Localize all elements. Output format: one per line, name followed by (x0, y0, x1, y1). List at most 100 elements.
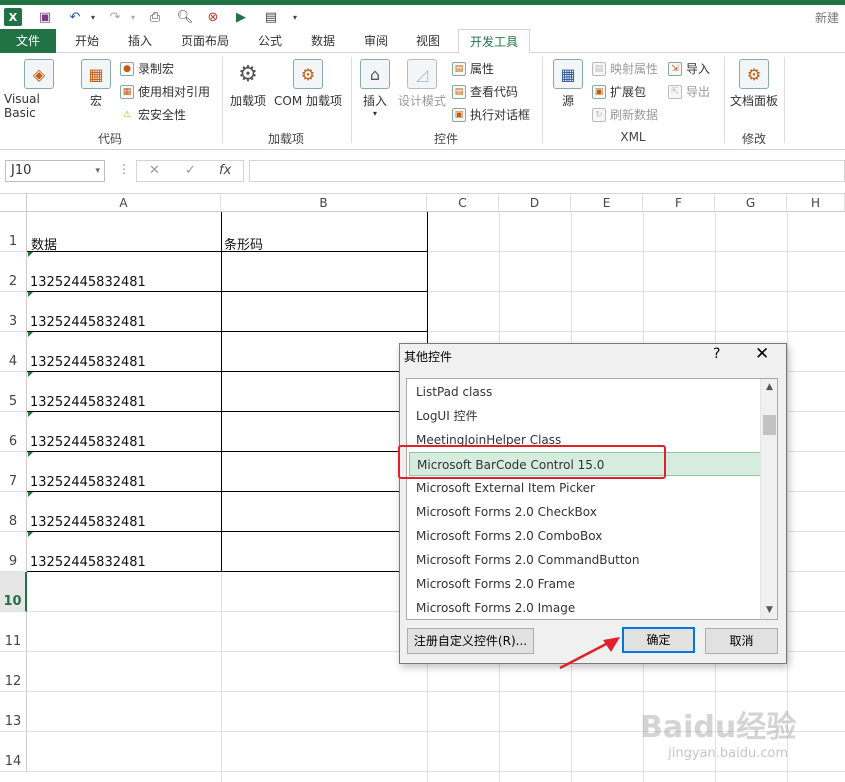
cancel-button[interactable]: 取消 (705, 628, 778, 654)
undo-dropdown-icon[interactable]: ▾ (84, 8, 102, 26)
cell-b1[interactable]: 条形码 (224, 234, 263, 253)
enter-icon[interactable]: ✓ (185, 163, 196, 178)
list-item[interactable]: Microsoft External Item Picker (416, 476, 595, 500)
arrow-shaft (559, 640, 611, 670)
list-scrollbar[interactable]: ▲ ▼ (760, 379, 777, 619)
column-header-a[interactable]: A (27, 194, 221, 212)
list-item[interactable]: Microsoft Forms 2.0 ComboBox (416, 524, 602, 548)
cell-a3[interactable]: 13252445832481 (30, 315, 146, 330)
addins-button[interactable]: ⚙ 加载项 (228, 59, 268, 109)
list-item[interactable]: Microsoft Forms 2.0 Image (416, 596, 575, 619)
row-header-8[interactable]: 8 (0, 492, 27, 532)
xml-source-button[interactable]: ▦ 源 (552, 59, 584, 109)
cell-a1[interactable]: 数据 (31, 234, 57, 253)
chevron-down-icon[interactable]: ▼ (761, 602, 777, 619)
cell-a5[interactable]: 13252445832481 (30, 395, 146, 410)
cell-a9[interactable]: 13252445832481 (30, 555, 146, 570)
row-header-12[interactable]: 12 (0, 652, 27, 692)
insert-function-icon[interactable]: fx (219, 163, 231, 178)
cancel-icon[interactable]: ✕ (149, 163, 160, 178)
cell-a7[interactable]: 13252445832481 (30, 475, 146, 490)
tab-page-layout[interactable]: 页面布局 (170, 29, 240, 53)
print-preview-icon[interactable]: 🔍︎ (176, 8, 194, 26)
tab-developer[interactable]: 开发工具 (458, 29, 530, 54)
row-header-9[interactable]: 9 (0, 532, 27, 572)
column-header-h[interactable]: H (787, 194, 845, 212)
save-icon[interactable]: ▣ (36, 8, 54, 26)
run-dialog-button[interactable]: ▣ 执行对话框 (452, 106, 530, 123)
column-header-d[interactable]: D (499, 194, 571, 212)
column-header-b[interactable]: B (221, 194, 427, 212)
insert-control-button[interactable]: ⌂ 插入 ▾ (358, 59, 392, 118)
list-item[interactable]: Microsoft Forms 2.0 CommandButton (416, 548, 640, 572)
tab-insert[interactable]: 插入 (116, 29, 164, 53)
import-button[interactable]: ⇲ 导入 (668, 60, 710, 77)
design-mode-button[interactable]: ◿ 设计模式 (396, 59, 448, 109)
formula-input[interactable] (249, 160, 845, 182)
map-properties-button[interactable]: ▤ 映射属性 (592, 60, 658, 77)
chevron-up-icon[interactable]: ▲ (761, 379, 777, 396)
relative-ref-button[interactable]: ▦ 使用相对引用 (120, 83, 210, 100)
row-header-11[interactable]: 11 (0, 612, 27, 652)
tab-view[interactable]: 视图 (404, 29, 452, 53)
row-header-5[interactable]: 5 (0, 372, 27, 412)
expansion-packs-button[interactable]: ▣ 扩展包 (592, 83, 646, 100)
column-header-f[interactable]: F (643, 194, 715, 212)
row-header-2[interactable]: 2 (0, 252, 27, 292)
row-header-13[interactable]: 13 (0, 692, 27, 732)
cell-a2[interactable]: 13252445832481 (30, 275, 146, 290)
clear-icon[interactable]: ⊗ (204, 8, 222, 26)
row-header-6[interactable]: 6 (0, 412, 27, 452)
select-all-corner[interactable] (0, 194, 27, 212)
number-as-text-indicator (28, 412, 33, 417)
tab-review[interactable]: 审阅 (352, 29, 400, 53)
table-border (27, 371, 428, 372)
macro-security-button[interactable]: ⚠ 宏安全性 (120, 106, 186, 123)
form-icon[interactable]: ▤ (262, 8, 280, 26)
chevron-down-icon[interactable]: ▾ (95, 161, 100, 181)
macros-button[interactable]: ▦ 宏 (80, 59, 112, 109)
list-item[interactable]: Microsoft Forms 2.0 CheckBox (416, 500, 597, 524)
list-item[interactable]: Microsoft Forms 2.0 Frame (416, 572, 575, 596)
cell-a6[interactable]: 13252445832481 (30, 435, 146, 450)
redo-icon[interactable]: ↷ (106, 8, 124, 26)
com-addins-button[interactable]: ⚙ COM 加载项 (272, 59, 344, 109)
row-header-3[interactable]: 3 (0, 292, 27, 332)
tab-formulas[interactable]: 公式 (246, 29, 294, 53)
cell-a8[interactable]: 13252445832481 (30, 515, 146, 530)
cell-a4[interactable]: 13252445832481 (30, 355, 146, 370)
row-header-14[interactable]: 14 (0, 732, 27, 772)
print-icon[interactable]: ⎙ (146, 8, 164, 26)
redo-dropdown-icon[interactable]: ▾ (124, 8, 142, 26)
column-header-e[interactable]: E (571, 194, 643, 212)
list-item[interactable]: ListPad class (416, 380, 492, 404)
scrollbar-thumb[interactable] (763, 415, 776, 435)
column-header-g[interactable]: G (715, 194, 787, 212)
tab-home[interactable]: 开始 (62, 29, 112, 53)
number-as-text-indicator (28, 532, 33, 537)
row-header-10[interactable]: 10 (0, 572, 27, 612)
controls-list[interactable]: ListPad class LogUI 控件 MeetingJoinHelper… (406, 378, 778, 620)
visual-basic-button[interactable]: ◈ Visual Basic (4, 59, 74, 120)
ok-button[interactable]: 确定 (622, 627, 695, 653)
list-item[interactable]: LogUI 控件 (416, 404, 478, 428)
export-button[interactable]: ⇱ 导出 (668, 83, 710, 100)
tab-file[interactable]: 文件 (0, 29, 56, 53)
close-icon[interactable]: ✕ (755, 344, 769, 364)
register-custom-button[interactable]: 注册自定义控件(R)... (407, 628, 534, 654)
row-header-4[interactable]: 4 (0, 332, 27, 372)
document-panel-button[interactable]: ⚙ 文档面板 (728, 59, 780, 109)
refresh-data-button[interactable]: ↻ 刷新数据 (592, 106, 658, 123)
column-header-c[interactable]: C (427, 194, 499, 212)
row-header-7[interactable]: 7 (0, 452, 27, 492)
undo-icon[interactable]: ↶ (66, 8, 84, 26)
row-header-1[interactable]: 1 (0, 212, 27, 252)
name-box[interactable]: J10 ▾ (5, 160, 105, 182)
properties-button[interactable]: ▤ 属性 (452, 60, 494, 77)
help-icon[interactable]: ? (713, 346, 720, 362)
view-code-button[interactable]: ▤ 查看代码 (452, 83, 518, 100)
record-macro-button[interactable]: ● 录制宏 (120, 60, 174, 77)
customize-qat-icon[interactable]: ▾ (286, 8, 304, 26)
tab-data[interactable]: 数据 (300, 29, 346, 53)
macro-run-icon[interactable]: ▶ (232, 8, 250, 26)
